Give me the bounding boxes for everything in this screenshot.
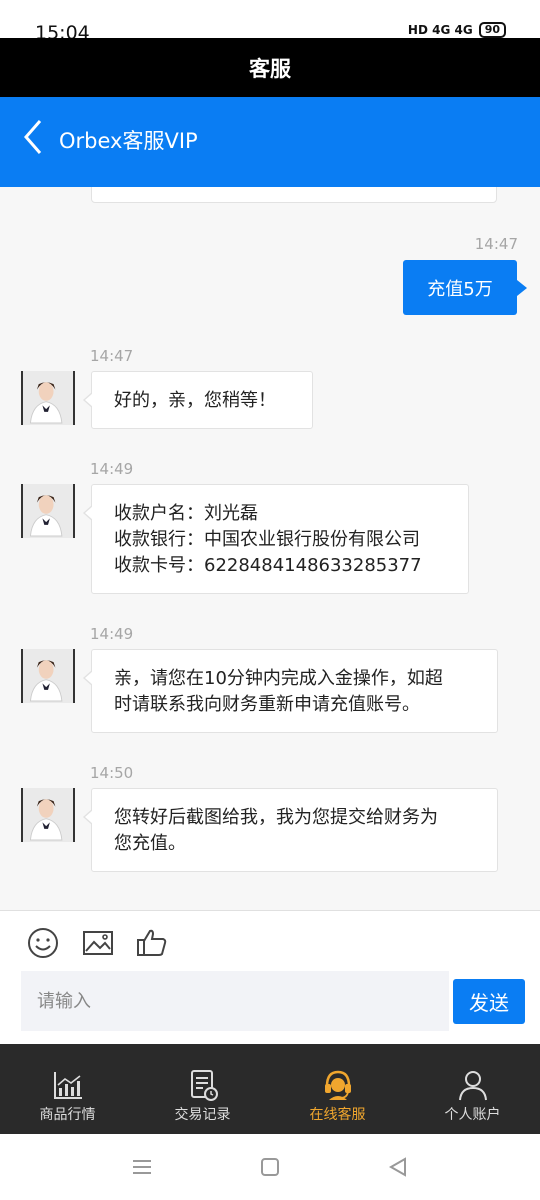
send-button[interactable]: 发送 (453, 979, 525, 1024)
chat-message-list[interactable]: 14:47 充值5万 14:47 好的，亲，您稍等！ 14:49 收款户名：刘光… (0, 187, 540, 910)
tab-label: 个人账户 (444, 1107, 501, 1123)
account-name-line: 收款户名：刘光磊 (114, 503, 258, 524)
incoming-message-bubble: 收款户名：刘光磊 收款银行：中国农业银行股份有限公司 收款卡号：62284841… (83, 484, 469, 594)
message-timestamp: 14:49 (90, 625, 134, 643)
message-timestamp: 14:49 (90, 460, 134, 478)
message-line: 您充值。 (114, 833, 186, 854)
status-icons: HD 4G 4G 90 (408, 22, 506, 38)
message-line: 您转好后截图给我，我为您提交给财务为 (114, 807, 438, 828)
tab-market-quotes[interactable]: 商品行情 (0, 1058, 135, 1134)
incoming-message-bubble: 亲，请您在10分钟内完成入金操作，如超 时请联系我向财务重新申请充值账号。 (83, 649, 498, 733)
previous-message-bubble (91, 187, 497, 203)
agent-avatar (21, 649, 75, 703)
menu-icon[interactable] (130, 1155, 154, 1179)
card-number-line: 收款卡号：6228484148633285377 (114, 555, 422, 576)
message-timestamp: 14:47 (90, 347, 134, 365)
emoji-icon[interactable] (25, 925, 61, 961)
message-line: 好的，亲，您稍等！ (114, 390, 276, 411)
thumbs-up-icon[interactable] (134, 925, 170, 961)
tab-personal-account[interactable]: 个人账户 (405, 1058, 540, 1134)
tab-label: 商品行情 (39, 1107, 96, 1123)
tab-label: 交易记录 (174, 1107, 231, 1123)
message-line: 时请联系我向财务重新申请充值账号。 (114, 694, 420, 715)
agent-avatar (21, 788, 75, 842)
message-line: 亲，请您在10分钟内完成入金操作，如超 (114, 668, 443, 689)
outgoing-message-bubble: 充值5万 (403, 260, 527, 315)
message-input[interactable] (21, 971, 449, 1031)
incoming-message-bubble: 您转好后截图给我，我为您提交给财务为 您充值。 (83, 788, 498, 872)
message-timestamp: 14:47 (474, 235, 518, 253)
home-icon[interactable] (258, 1155, 282, 1179)
agent-avatar (21, 484, 75, 538)
battery-icon: 90 (478, 22, 506, 38)
tab-trade-records[interactable]: 交易记录 (135, 1058, 270, 1134)
incoming-message-bubble: 好的，亲，您稍等！ (83, 371, 313, 429)
tab-bar-divider (0, 1044, 540, 1058)
page-title-bar: 客服 (0, 38, 540, 97)
chart-icon (53, 1072, 82, 1099)
status-bar: 15:04 HD 4G 4G 90 (0, 0, 540, 44)
bottom-tab-bar: 商品行情 交易记录 在线客服 个人账户 (0, 1058, 540, 1134)
headset-icon (324, 1070, 351, 1100)
tab-label: 在线客服 (309, 1107, 366, 1123)
chat-title: Orbex客服VIP (59, 129, 198, 153)
back-arrow-icon[interactable] (18, 117, 52, 157)
image-icon[interactable] (80, 925, 116, 961)
agent-avatar (21, 371, 75, 425)
back-icon[interactable] (386, 1155, 410, 1179)
records-icon (190, 1070, 218, 1101)
message-composer: 发送 (0, 910, 540, 1044)
page-title: 客服 (249, 56, 291, 81)
network-indicator: HD 4G 4G (407, 23, 473, 37)
person-icon (458, 1071, 487, 1101)
message-text: 充值5万 (427, 278, 493, 300)
tab-online-support[interactable]: 在线客服 (270, 1058, 405, 1134)
bank-name-line: 收款银行：中国农业银行股份有限公司 (114, 529, 420, 550)
message-timestamp: 14:50 (90, 764, 134, 782)
system-navigation-bar (0, 1134, 540, 1200)
chat-header: Orbex客服VIP (0, 97, 540, 187)
